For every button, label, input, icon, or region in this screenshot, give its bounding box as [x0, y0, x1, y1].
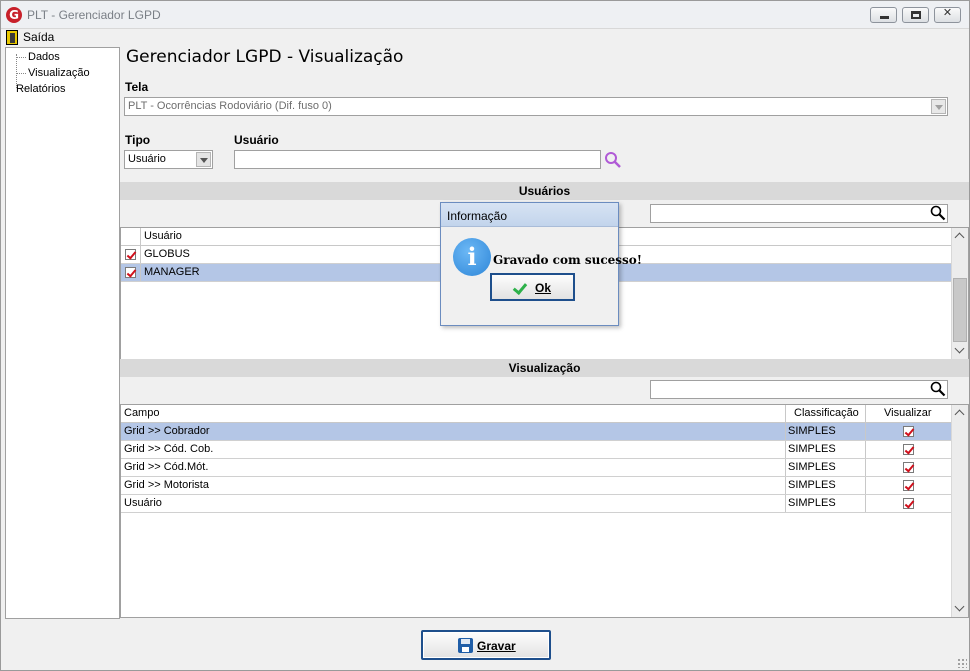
gravar-button-label: Gravar — [477, 639, 516, 653]
gravar-button[interactable]: Gravar — [421, 630, 551, 660]
row-usuario-name: GLOBUS — [144, 248, 190, 260]
table-row[interactable]: Grid >> Cód. Cob. SIMPLES — [121, 441, 951, 459]
dialog-title-bar: Informação — [441, 203, 618, 227]
column-divider — [865, 495, 866, 512]
ok-button-label: Ok — [535, 281, 552, 295]
search-icon[interactable] — [930, 381, 946, 397]
column-divider — [865, 477, 866, 494]
row-usuario-name: MANAGER — [144, 266, 200, 278]
floppy-disk-icon — [458, 638, 473, 653]
page-title: Gerenciador LGPD - Visualização — [126, 47, 404, 67]
checkmark-icon — [512, 279, 528, 296]
tipo-select[interactable]: Usuário — [124, 150, 213, 169]
row-classificacao: SIMPLES — [788, 497, 836, 509]
visualizar-checkbox[interactable] — [903, 444, 914, 455]
scroll-up-icon[interactable] — [952, 405, 968, 421]
row-classificacao: SIMPLES — [788, 425, 836, 437]
tree-connector — [17, 73, 26, 74]
visualizar-checkbox[interactable] — [903, 462, 914, 473]
row-campo: Grid >> Cód. Cob. — [124, 443, 214, 455]
info-dialog: Informação i Gravado com sucesso! Ok — [440, 202, 642, 326]
maximize-button[interactable] — [902, 7, 929, 23]
search-icon[interactable] — [604, 151, 622, 169]
table-row[interactable]: Usuário SIMPLES — [121, 495, 951, 513]
table-row[interactable]: Grid >> Cobrador SIMPLES — [121, 423, 951, 441]
navigation-tree: Dados Visualização Relatórios — [5, 47, 120, 619]
usuarios-section-header: Usuários — [120, 182, 969, 200]
info-icon: i — [453, 238, 491, 276]
table-row[interactable]: Grid >> Motorista SIMPLES — [121, 477, 951, 495]
row-classificacao: SIMPLES — [788, 443, 836, 455]
row-classificacao: SIMPLES — [788, 479, 836, 491]
chevron-down-icon[interactable] — [931, 99, 946, 114]
column-divider — [865, 459, 866, 476]
visualizar-checkbox[interactable] — [903, 480, 914, 491]
visualizacao-scrollbar[interactable] — [951, 405, 968, 617]
chevron-down-icon[interactable] — [196, 152, 211, 167]
app-window: G PLT - Gerenciador LGPD ✕ Saída Dados V… — [0, 0, 970, 671]
minimize-button[interactable] — [870, 7, 897, 23]
visualizar-checkbox[interactable] — [903, 498, 914, 509]
maximize-icon — [911, 11, 921, 19]
window-title: PLT - Gerenciador LGPD — [27, 8, 161, 22]
column-header-visualizar[interactable]: Visualizar — [881, 405, 932, 423]
visualizacao-grid-header: Campo Classificação Visualizar — [121, 405, 951, 423]
row-classificacao: SIMPLES — [788, 461, 836, 473]
column-header-classificacao[interactable]: Classificação — [791, 405, 859, 423]
close-button[interactable]: ✕ — [934, 7, 961, 23]
row-checkbox[interactable] — [125, 267, 136, 278]
row-campo: Usuário — [124, 497, 162, 509]
visualizacao-filter-input[interactable] — [650, 380, 948, 399]
visualizacao-grid: Campo Classificação Visualizar Grid >> C… — [120, 404, 969, 618]
column-divider — [865, 405, 866, 422]
search-icon[interactable] — [930, 205, 946, 221]
tipo-value: Usuário — [128, 153, 166, 165]
column-divider — [785, 405, 786, 422]
column-divider — [865, 423, 866, 440]
scroll-down-icon[interactable] — [952, 343, 968, 359]
scroll-up-icon[interactable] — [952, 228, 968, 244]
usuarios-scrollbar[interactable] — [951, 228, 968, 359]
usuarios-filter-input[interactable] — [650, 204, 948, 223]
column-header-campo[interactable]: Campo — [121, 405, 159, 423]
resize-grip[interactable] — [957, 658, 967, 668]
column-header-usuario[interactable]: Usuário — [141, 228, 182, 246]
exit-door-icon — [6, 30, 18, 45]
dialog-message: Gravado com sucesso! — [493, 253, 643, 267]
menu-item-saida[interactable]: Saída — [23, 30, 54, 44]
tela-select[interactable]: PLT - Ocorrências Rodoviário (Dif. fuso … — [124, 97, 948, 116]
tela-label: Tela — [125, 80, 149, 94]
menu-bar: Saída — [1, 29, 969, 47]
scroll-thumb[interactable] — [953, 278, 967, 342]
tree-item-relatorios[interactable]: Relatórios — [16, 83, 66, 95]
visualizacao-section-header: Visualização — [120, 359, 969, 377]
row-campo: Grid >> Cobrador — [124, 425, 210, 437]
minimize-icon — [880, 16, 889, 19]
row-campo: Grid >> Motorista — [124, 479, 209, 491]
tela-value: PLT - Ocorrências Rodoviário (Dif. fuso … — [128, 100, 332, 112]
tree-item-visualizacao[interactable]: Visualização — [28, 67, 90, 79]
table-row[interactable]: Grid >> Cód.Mót. SIMPLES — [121, 459, 951, 477]
row-campo: Grid >> Cód.Mót. — [124, 461, 209, 473]
column-divider — [140, 228, 141, 245]
row-checkbox[interactable] — [125, 249, 136, 260]
column-divider — [865, 441, 866, 458]
usuario-input[interactable] — [234, 150, 601, 169]
dialog-title: Informação — [447, 209, 508, 223]
tipo-label: Tipo — [125, 133, 151, 147]
close-icon: ✕ — [942, 7, 953, 19]
tree-connector — [17, 57, 26, 58]
title-bar: G PLT - Gerenciador LGPD ✕ — [1, 1, 969, 29]
scroll-down-icon[interactable] — [952, 601, 968, 617]
usuario-label: Usuário — [234, 133, 279, 147]
tree-item-dados[interactable]: Dados — [28, 51, 60, 63]
ok-button[interactable]: Ok — [490, 273, 575, 301]
app-logo-icon: G — [6, 7, 22, 23]
visualizar-checkbox[interactable] — [903, 426, 914, 437]
